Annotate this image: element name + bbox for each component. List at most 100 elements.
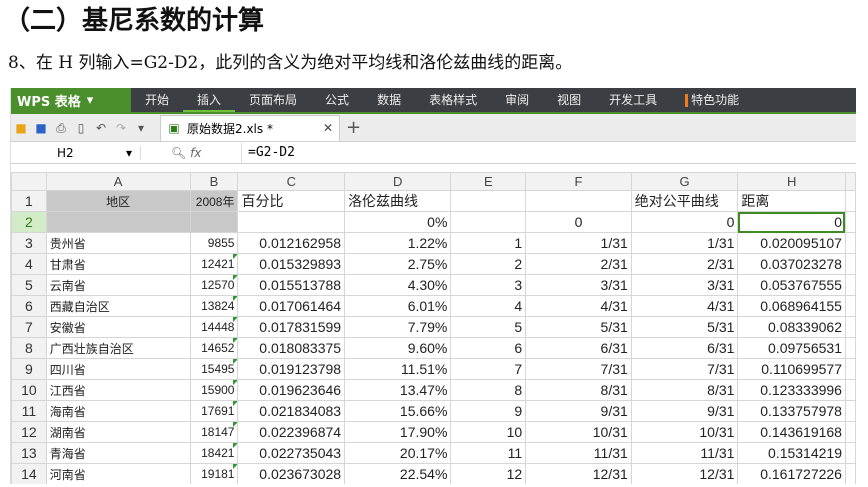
- menu-1[interactable]: 插入: [183, 88, 236, 112]
- cell-F2[interactable]: 0: [525, 211, 632, 233]
- cell-A2[interactable]: [45, 211, 191, 233]
- cell-C11[interactable]: 0.021834083: [237, 400, 346, 422]
- cell-F10[interactable]: 8/31: [525, 379, 632, 401]
- cell-E4[interactable]: 2: [450, 253, 527, 275]
- cell-B9[interactable]: 15495: [189, 358, 239, 380]
- cell-E8[interactable]: 6: [450, 337, 527, 359]
- row-header-9[interactable]: 9: [11, 358, 47, 380]
- cell-A4[interactable]: 甘肃省: [45, 253, 191, 275]
- cell-G8[interactable]: 6/31: [630, 337, 739, 359]
- cell-D11[interactable]: 15.66%: [344, 400, 452, 422]
- cell-F11[interactable]: 9/31: [525, 400, 632, 422]
- cell-E2[interactable]: [450, 211, 527, 233]
- cell-D13[interactable]: 20.17%: [344, 442, 452, 464]
- cell-F7[interactable]: 5/31: [525, 316, 632, 338]
- row-header-13[interactable]: 13: [11, 442, 47, 464]
- cell-F4[interactable]: 2/31: [525, 253, 632, 275]
- menu-7[interactable]: 视图: [543, 88, 595, 112]
- cell-G7[interactable]: 5/31: [630, 316, 739, 338]
- menu-5[interactable]: 表格样式: [415, 88, 491, 112]
- cell-F13[interactable]: 11/31: [525, 442, 632, 464]
- cell-H8[interactable]: 0.09756531: [737, 337, 846, 359]
- new-tab-plus-icon[interactable]: +: [346, 118, 361, 136]
- cell-D12[interactable]: 17.90%: [344, 421, 452, 443]
- column-header-F[interactable]: F: [525, 172, 632, 191]
- cell-A14[interactable]: 河南省: [45, 463, 191, 484]
- cell-E5[interactable]: 3: [450, 274, 527, 296]
- cell-C13[interactable]: 0.022735043: [237, 442, 346, 464]
- cell-F12[interactable]: 10/31: [525, 421, 632, 443]
- cell-C14[interactable]: 0.023673028: [237, 463, 346, 484]
- cell-C3[interactable]: 0.012162958: [237, 232, 346, 254]
- cell-G14[interactable]: 12/31: [630, 463, 739, 484]
- cell-C4[interactable]: 0.015329893: [237, 253, 346, 275]
- cell-A7[interactable]: 安徽省: [45, 316, 191, 338]
- cell-H3[interactable]: 0.020095107: [737, 232, 846, 254]
- column-header-A[interactable]: A: [45, 172, 191, 191]
- row-header-1[interactable]: 1: [11, 190, 47, 212]
- cell-B2[interactable]: [189, 211, 239, 233]
- cell-E3[interactable]: 1: [450, 232, 527, 254]
- cell-B3[interactable]: 9855: [189, 232, 239, 254]
- cell-A10[interactable]: 江西省: [45, 379, 191, 401]
- menu-4[interactable]: 数据: [363, 88, 415, 112]
- cell-G1[interactable]: 绝对公平曲线: [630, 190, 739, 212]
- cell-D2[interactable]: 0%: [344, 211, 452, 233]
- row-header-12[interactable]: 12: [11, 421, 47, 443]
- cell-H9[interactable]: 0.110699577: [737, 358, 846, 380]
- cell-D8[interactable]: 9.60%: [344, 337, 452, 359]
- cell-G3[interactable]: 1/31: [630, 232, 739, 254]
- cell-F1[interactable]: [525, 190, 632, 212]
- cell-D6[interactable]: 6.01%: [344, 295, 452, 317]
- cell-E9[interactable]: 7: [450, 358, 527, 380]
- cell-A8[interactable]: 广西壮族自治区: [45, 337, 191, 359]
- cell-G2[interactable]: 0: [630, 211, 739, 233]
- cell-C8[interactable]: 0.018083375: [237, 337, 346, 359]
- cell-F6[interactable]: 4/31: [525, 295, 632, 317]
- redo-icon[interactable]: ↷: [114, 121, 128, 135]
- cell-A5[interactable]: 云南省: [45, 274, 191, 296]
- cell-A6[interactable]: 西藏自治区: [45, 295, 191, 317]
- column-header-C[interactable]: C: [237, 172, 346, 191]
- row-header-11[interactable]: 11: [11, 400, 47, 422]
- zoom-lookup-icon[interactable]: 🔍︎: [171, 146, 186, 160]
- open-folder-icon[interactable]: ■: [14, 121, 28, 135]
- row-header-6[interactable]: 6: [11, 295, 47, 317]
- name-box[interactable]: H2 ▾: [11, 145, 141, 160]
- cell-G13[interactable]: 11/31: [630, 442, 739, 464]
- cell-E1[interactable]: [450, 190, 527, 212]
- cell-B12[interactable]: 18147: [189, 421, 239, 443]
- cell-C2[interactable]: [237, 211, 346, 233]
- cell-D10[interactable]: 13.47%: [344, 379, 452, 401]
- cell-F14[interactable]: 12/31: [525, 463, 632, 484]
- cell-D1[interactable]: 洛伦兹曲线: [344, 190, 452, 212]
- cell-C7[interactable]: 0.017831599: [237, 316, 346, 338]
- print-preview-icon[interactable]: ▯: [74, 121, 88, 135]
- row-header-5[interactable]: 5: [11, 274, 47, 296]
- cell-A11[interactable]: 海南省: [45, 400, 191, 422]
- close-icon[interactable]: ✕: [323, 121, 333, 135]
- cell-F3[interactable]: 1/31: [525, 232, 632, 254]
- cell-B4[interactable]: 12421: [189, 253, 239, 275]
- cell-B13[interactable]: 18421: [189, 442, 239, 464]
- cell-G6[interactable]: 4/31: [630, 295, 739, 317]
- cell-B6[interactable]: 13824: [189, 295, 239, 317]
- cell-E7[interactable]: 5: [450, 316, 527, 338]
- menu-0[interactable]: 开始: [131, 88, 183, 112]
- cell-H14[interactable]: 0.161727226: [737, 463, 846, 484]
- cell-G11[interactable]: 9/31: [630, 400, 739, 422]
- wps-logo-button[interactable]: WPS 表格 ▾: [11, 88, 131, 112]
- cell-H12[interactable]: 0.143619168: [737, 421, 846, 443]
- row-header-3[interactable]: 3: [11, 232, 47, 254]
- undo-icon[interactable]: ↶: [94, 121, 108, 135]
- cell-C6[interactable]: 0.017061464: [237, 295, 346, 317]
- cell-A12[interactable]: 湖南省: [45, 421, 191, 443]
- cell-B14[interactable]: 19181: [189, 463, 239, 484]
- cell-C1[interactable]: 百分比: [237, 190, 346, 212]
- cell-H13[interactable]: 0.15314219: [737, 442, 846, 464]
- cell-B10[interactable]: 15900: [189, 379, 239, 401]
- cell-A3[interactable]: 贵州省: [45, 232, 191, 254]
- cell-A1[interactable]: 地区: [45, 190, 191, 212]
- cell-C10[interactable]: 0.019623646: [237, 379, 346, 401]
- customize-dropdown-icon[interactable]: ▾: [134, 121, 148, 135]
